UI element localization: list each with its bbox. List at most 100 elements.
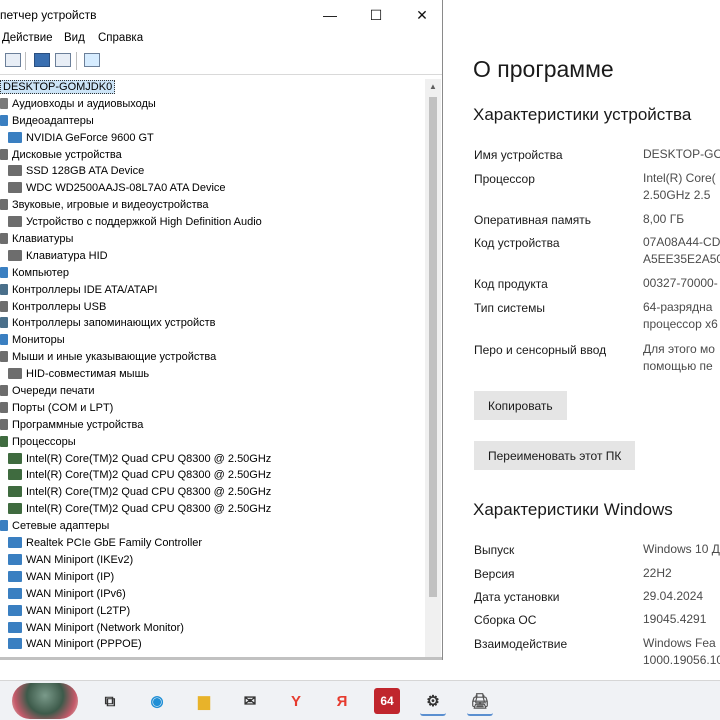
tree-label: NVIDIA GeForce 9600 GT — [26, 131, 154, 144]
prop-value-device-name: DESKTOP-GO — [643, 147, 720, 161]
toolbar — [0, 48, 442, 75]
help-toolbar-icon[interactable] — [34, 53, 50, 67]
tree-label: Intel(R) Core(TM)2 Quad CPU Q8300 @ 2.50… — [26, 486, 272, 499]
tree-device[interactable]: WAN Miniport (PPPOE) — [0, 636, 425, 653]
tree-device[interactable]: SSD 128GB ATA Device — [0, 163, 425, 180]
controller-icon — [0, 283, 8, 295]
device-manager-window: петчер устройств — ☐ ✕ Действие Вид Спра… — [0, 0, 443, 660]
tree-device[interactable]: HID-совместимая мышь — [0, 366, 425, 383]
settings-icon[interactable]: ⚙ — [420, 688, 446, 716]
disk-icon — [8, 182, 22, 194]
view-toolbar-icon[interactable] — [55, 53, 71, 67]
tree-label: Дисковые устройства — [12, 148, 122, 161]
sound-icon — [0, 199, 8, 211]
device-manager-icon[interactable]: 🖨 — [467, 688, 493, 716]
tree-category[interactable]: Программные устройства — [0, 417, 425, 434]
windows-specs-heading: Характеристики Windows — [473, 500, 673, 519]
prop-value-processor: Intel(R) Core( — [643, 171, 716, 185]
scan-hardware-toolbar-icon[interactable] — [84, 53, 100, 67]
tree-category[interactable]: Сетевые адаптеры — [0, 518, 425, 535]
tree-label: Аудиовходы и аудиовыходы — [12, 97, 156, 110]
scroll-up-icon[interactable]: ▲ — [425, 79, 441, 95]
prop-label-device-name: Имя устройства — [474, 148, 563, 162]
mail-icon[interactable]: ✉ — [237, 688, 263, 714]
tree-label: WAN Miniport (Network Monitor) — [26, 621, 184, 634]
horizontal-scrollbar[interactable] — [0, 657, 442, 660]
device-specs-heading: Характеристики устройства — [473, 105, 692, 124]
tree-category[interactable]: Аудиовходы и аудиовыходы — [0, 96, 425, 113]
close-button[interactable]: ✕ — [399, 0, 445, 30]
menu-view[interactable]: Вид — [64, 32, 85, 44]
tree-category[interactable]: Видеоадаптеры — [0, 113, 425, 130]
copy-button[interactable]: Копировать — [474, 391, 567, 420]
tree-label: Звуковые, игровые и видеоустройства — [12, 199, 209, 212]
tree-label: Процессоры — [12, 435, 76, 448]
task-view-icon[interactable]: ⧉ — [97, 688, 123, 714]
aida64-icon[interactable]: 64 — [374, 688, 400, 714]
toolbar-separator — [25, 52, 26, 70]
network-adapter-icon — [8, 553, 22, 565]
edge-icon[interactable]: ◉ — [144, 688, 170, 714]
tree-device[interactable]: WDC WD2500AAJS-08L7A0 ATA Device — [0, 180, 425, 197]
tree-category[interactable]: Контроллеры USB — [0, 299, 425, 316]
tree-label: Контроллеры запоминающих устройств — [12, 317, 216, 330]
tree-category[interactable]: Процессоры — [0, 434, 425, 451]
tree-root[interactable]: DESKTOP-GOMJDK0 — [0, 79, 425, 96]
properties-toolbar-icon[interactable] — [5, 53, 21, 67]
tree-label: Intel(R) Core(TM)2 Quad CPU Q8300 @ 2.50… — [26, 452, 272, 465]
tree-device[interactable]: NVIDIA GeForce 9600 GT — [0, 130, 425, 147]
yandex-icon[interactable]: Я — [329, 688, 355, 714]
maximize-button[interactable]: ☐ — [353, 0, 399, 30]
tree-device[interactable]: WAN Miniport (IPv6) — [0, 586, 425, 603]
disk-icon — [8, 165, 22, 177]
tree-label: Программные устройства — [12, 418, 144, 431]
prop-value-system-type-line2: процессор x6 — [643, 317, 718, 331]
tree-label: WDC WD2500AAJS-08L7A0 ATA Device — [26, 182, 226, 195]
network-adapter-icon — [0, 520, 8, 532]
tree-category[interactable]: Дисковые устройства — [0, 147, 425, 164]
prop-label-product-id: Код продукта — [474, 277, 548, 291]
tree-category[interactable]: Звуковые, игровые и видеоустройства — [0, 197, 425, 214]
network-adapter-icon — [8, 621, 22, 633]
tree-category[interactable]: Мыши и иные указывающие устройства — [0, 349, 425, 366]
vertical-scrollbar[interactable]: ▲ — [425, 79, 441, 657]
tree-device[interactable]: Realtek PCIe GbE Family Controller — [0, 535, 425, 552]
yandex-browser-icon[interactable]: Y — [283, 688, 309, 714]
tree-category[interactable]: Мониторы — [0, 332, 425, 349]
tree-device[interactable]: Intel(R) Core(TM)2 Quad CPU Q8300 @ 2.50… — [0, 451, 425, 468]
keyboard-icon — [8, 249, 22, 261]
tree-device[interactable]: WAN Miniport (IKEv2) — [0, 552, 425, 569]
title-bar: петчер устройств — ☐ ✕ — [0, 0, 442, 30]
prop-value-device-id: 07A08A44-CD — [643, 235, 720, 249]
tree-label: Очереди печати — [12, 385, 95, 398]
menu-help[interactable]: Справка — [98, 32, 143, 44]
search-area-image[interactable] — [12, 683, 78, 719]
scrollbar-thumb[interactable] — [429, 97, 437, 597]
tree-device[interactable]: WAN Miniport (L2TP) — [0, 603, 425, 620]
prop-value-version: 22H2 — [643, 566, 672, 580]
tree-category[interactable]: Клавиатуры — [0, 231, 425, 248]
file-explorer-icon[interactable]: ▆ — [191, 688, 217, 714]
prop-value-product-id: 00327-70000- — [643, 276, 718, 290]
computer-icon — [0, 266, 8, 278]
menu-action[interactable]: Действие — [2, 32, 53, 44]
tree-device[interactable]: Клавиатура HID — [0, 248, 425, 265]
tree-device[interactable]: Устройство с поддержкой High Definition … — [0, 214, 425, 231]
tree-category[interactable]: Компьютер — [0, 265, 425, 282]
tree-label: WAN Miniport (IPv6) — [26, 587, 126, 600]
tree-device[interactable]: Intel(R) Core(TM)2 Quad CPU Q8300 @ 2.50… — [0, 484, 425, 501]
tree-category[interactable]: Контроллеры запоминающих устройств — [0, 315, 425, 332]
tree-category[interactable]: Очереди печати — [0, 383, 425, 400]
minimize-button[interactable]: — — [307, 0, 353, 30]
tree-label: Intel(R) Core(TM)2 Quad CPU Q8300 @ 2.50… — [26, 503, 272, 516]
tree-device[interactable]: WAN Miniport (Network Monitor) — [0, 620, 425, 637]
tree-category[interactable]: Порты (COM и LPT) — [0, 400, 425, 417]
tree-device[interactable]: Intel(R) Core(TM)2 Quad CPU Q8300 @ 2.50… — [0, 501, 425, 518]
cpu-icon — [0, 435, 8, 447]
tree-label: WAN Miniport (L2TP) — [26, 604, 131, 617]
rename-pc-button[interactable]: Переименовать этот ПК — [474, 441, 636, 470]
tree-device[interactable]: WAN Miniport (IP) — [0, 569, 425, 586]
tree-label: Клавиатура HID — [26, 249, 108, 262]
tree-category[interactable]: Контроллеры IDE ATA/ATAPI — [0, 282, 425, 299]
tree-device[interactable]: Intel(R) Core(TM)2 Quad CPU Q8300 @ 2.50… — [0, 467, 425, 484]
